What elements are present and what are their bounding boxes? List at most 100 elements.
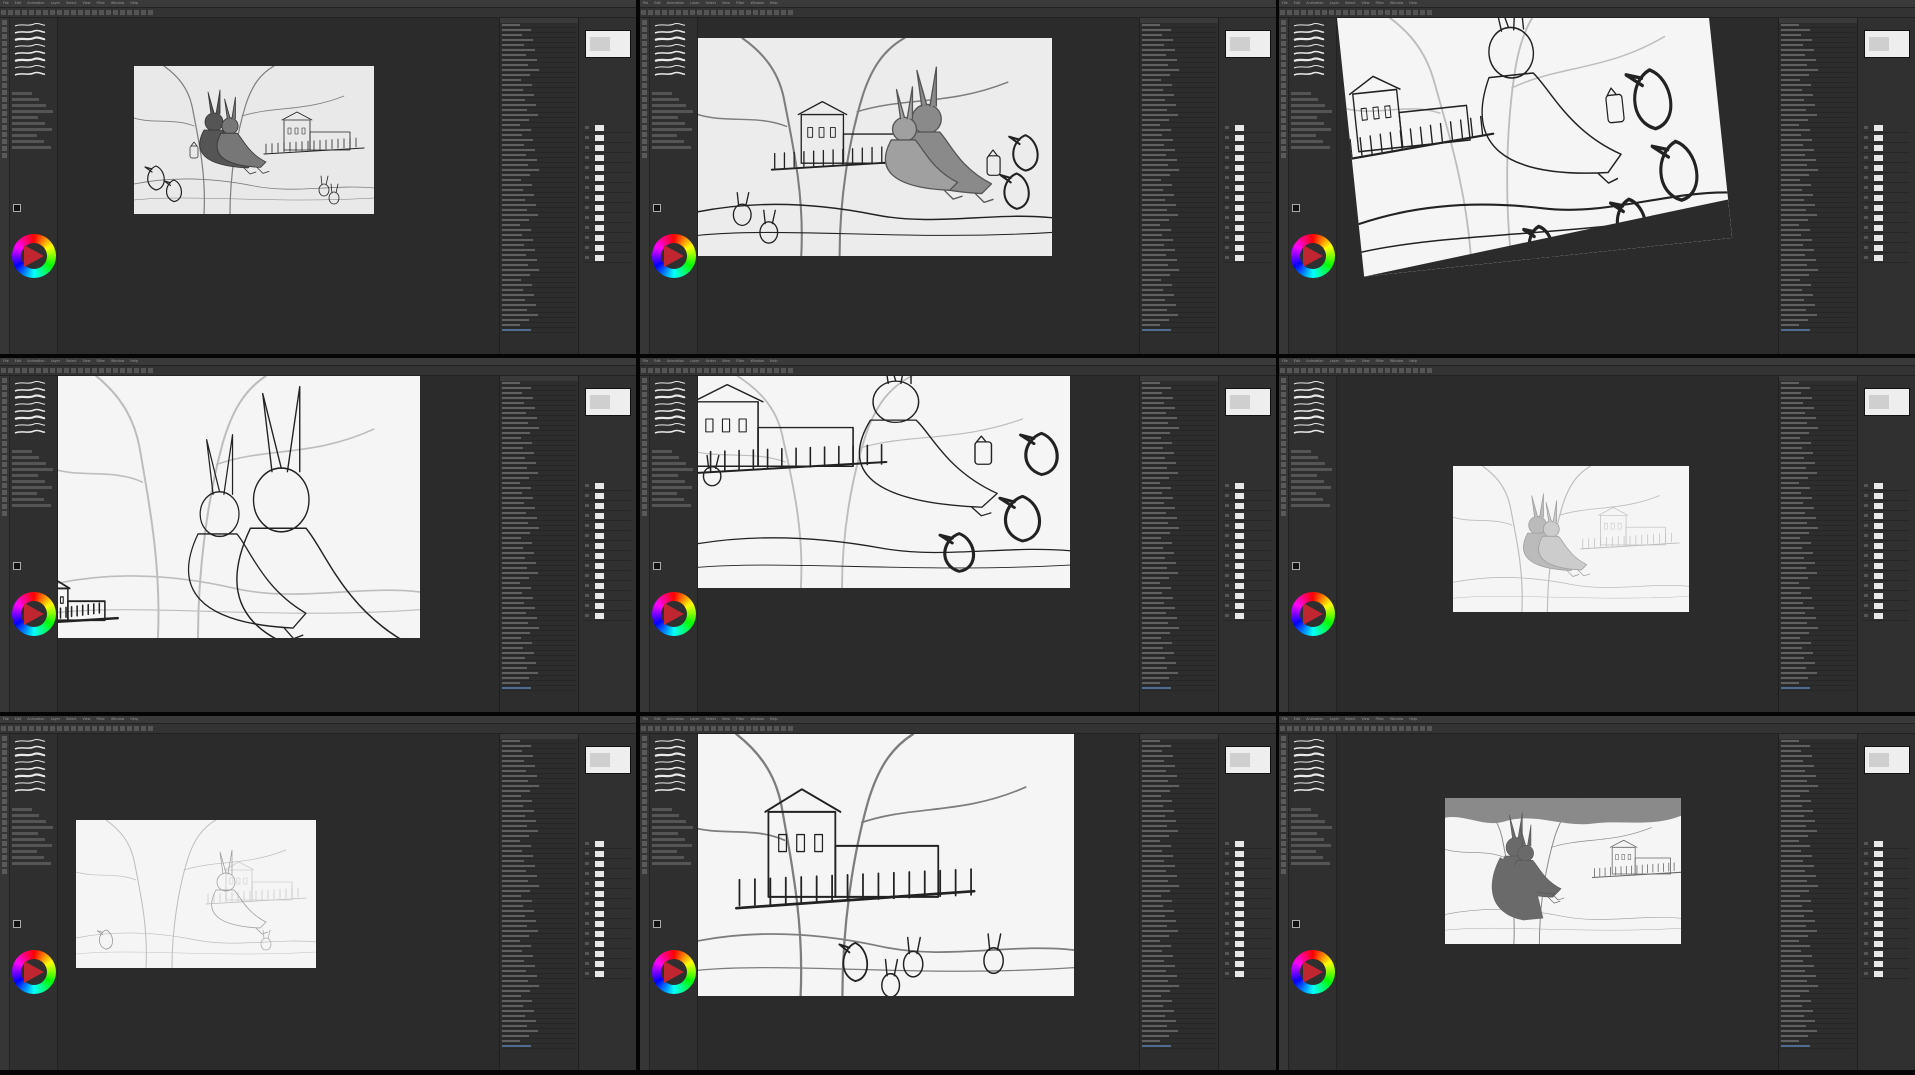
tool-icon[interactable] bbox=[1281, 511, 1286, 516]
command-bar-icon[interactable] bbox=[1413, 368, 1418, 373]
layer-list-row[interactable] bbox=[502, 850, 576, 854]
tool-property-slider[interactable] bbox=[12, 462, 46, 465]
menu-item[interactable]: Layer bbox=[1330, 359, 1339, 363]
command-bar-icon[interactable] bbox=[1413, 726, 1418, 731]
layer-list-row[interactable] bbox=[1781, 114, 1855, 118]
tool-icon[interactable] bbox=[1281, 118, 1286, 123]
tool-icon[interactable] bbox=[2, 34, 7, 39]
layer-list-row[interactable] bbox=[1141, 980, 1216, 984]
layer-list-row[interactable] bbox=[1781, 930, 1855, 934]
layer-list-row[interactable] bbox=[1781, 284, 1855, 288]
layer-list-row[interactable] bbox=[502, 562, 576, 566]
tool-icon[interactable] bbox=[641, 448, 647, 453]
layer-list-row[interactable] bbox=[502, 935, 576, 939]
brush-stroke-preview[interactable] bbox=[654, 408, 686, 414]
layer-list-row[interactable] bbox=[1141, 950, 1216, 954]
brush-stroke-preview[interactable] bbox=[1293, 29, 1325, 35]
eye-icon[interactable] bbox=[1864, 256, 1868, 259]
command-bar-icon[interactable] bbox=[731, 10, 737, 15]
command-bar-icon[interactable] bbox=[717, 10, 723, 15]
menu-item[interactable]: Animation bbox=[27, 359, 44, 363]
layer-row[interactable] bbox=[1862, 542, 1910, 551]
canvas-area[interactable] bbox=[1337, 18, 1777, 354]
layer-row[interactable] bbox=[583, 870, 631, 879]
layer-list-row[interactable] bbox=[1141, 800, 1216, 804]
layer-row[interactable] bbox=[583, 234, 631, 243]
command-bar-icon[interactable] bbox=[752, 10, 758, 15]
eye-icon[interactable] bbox=[1224, 216, 1229, 219]
layer-list-row[interactable] bbox=[502, 314, 576, 318]
layer-list-row[interactable] bbox=[502, 750, 576, 754]
tool-icon[interactable] bbox=[2, 132, 7, 137]
layer-list-row[interactable] bbox=[502, 109, 576, 113]
color-wheel[interactable] bbox=[12, 592, 56, 636]
eye-icon[interactable] bbox=[585, 246, 589, 249]
tool-icon[interactable] bbox=[641, 497, 647, 502]
layer-list-row[interactable] bbox=[1141, 159, 1216, 163]
tool-icon[interactable] bbox=[1281, 750, 1286, 755]
layer-list-row[interactable] bbox=[502, 572, 576, 576]
tool-property-slider[interactable] bbox=[12, 498, 44, 501]
color-sliders[interactable] bbox=[1292, 204, 1330, 216]
layer-list-row[interactable] bbox=[1141, 602, 1216, 606]
layer-list-row[interactable] bbox=[502, 835, 576, 839]
layer-row[interactable] bbox=[1862, 860, 1910, 869]
layer-list-row[interactable] bbox=[1141, 1005, 1216, 1009]
tool-icon[interactable] bbox=[641, 771, 647, 776]
layer-list-row[interactable] bbox=[502, 855, 576, 859]
brush-stroke-preview[interactable] bbox=[14, 394, 46, 400]
color-wheel[interactable] bbox=[1291, 950, 1335, 994]
tool-icon[interactable] bbox=[641, 757, 647, 762]
layer-list-row[interactable] bbox=[1141, 582, 1216, 586]
tool-property-slider[interactable] bbox=[12, 140, 44, 143]
layer-list-row[interactable] bbox=[502, 174, 576, 178]
layer-list-row[interactable] bbox=[502, 477, 576, 481]
eye-icon[interactable] bbox=[1864, 892, 1868, 895]
eye-icon[interactable] bbox=[585, 852, 589, 855]
command-bar-icon[interactable] bbox=[1, 726, 6, 731]
layer-list-row[interactable] bbox=[1781, 462, 1855, 466]
layer-list-row[interactable] bbox=[502, 289, 576, 293]
command-bar-icon[interactable] bbox=[703, 368, 709, 373]
eye-icon[interactable] bbox=[1864, 226, 1868, 229]
layer-list-row[interactable] bbox=[502, 452, 576, 456]
brush-stroke-preview[interactable] bbox=[654, 71, 686, 77]
layer-list-row[interactable] bbox=[1781, 795, 1855, 799]
menu-item[interactable]: Help bbox=[1409, 717, 1417, 721]
tool-icon[interactable] bbox=[1281, 55, 1286, 60]
eye-icon[interactable] bbox=[585, 574, 589, 577]
eye-icon[interactable] bbox=[585, 842, 589, 845]
color-sliders[interactable] bbox=[652, 562, 691, 574]
command-bar-icon[interactable] bbox=[661, 368, 667, 373]
brush-stroke-preview[interactable] bbox=[1293, 738, 1325, 744]
layer-row[interactable] bbox=[1862, 522, 1910, 531]
eye-icon[interactable] bbox=[1224, 544, 1229, 547]
layer-row[interactable] bbox=[1862, 940, 1910, 949]
canvas-sheet[interactable] bbox=[1337, 18, 1733, 277]
canvas-area[interactable] bbox=[697, 376, 1138, 712]
tool-property-slider[interactable] bbox=[12, 450, 32, 453]
navigator-thumbnail[interactable] bbox=[585, 388, 631, 416]
layer-list-row[interactable] bbox=[502, 800, 576, 804]
color-sliders[interactable] bbox=[1292, 920, 1330, 932]
brush-stroke-preview[interactable] bbox=[654, 22, 686, 28]
layer-list-row[interactable] bbox=[1141, 825, 1216, 829]
layer-list-row[interactable] bbox=[1781, 647, 1855, 651]
layer-row[interactable] bbox=[583, 612, 631, 621]
tool-icon[interactable] bbox=[641, 736, 647, 741]
command-bar-icon[interactable] bbox=[1399, 726, 1404, 731]
brush-stroke-preview[interactable] bbox=[1293, 401, 1325, 407]
layer-list-row[interactable] bbox=[1141, 284, 1216, 288]
layer-list-row[interactable] bbox=[1781, 427, 1855, 431]
layer-list-row[interactable] bbox=[1141, 497, 1216, 501]
tool-property-slider[interactable] bbox=[651, 832, 678, 835]
command-bar-icon[interactable] bbox=[738, 368, 744, 373]
brush-stroke-preview[interactable] bbox=[14, 64, 46, 70]
tool-property-slider[interactable] bbox=[651, 122, 685, 125]
layer-list-row[interactable] bbox=[502, 785, 576, 789]
layer-list-row[interactable] bbox=[1141, 184, 1216, 188]
layer-row[interactable] bbox=[583, 930, 631, 939]
tool-icon[interactable] bbox=[641, 90, 647, 95]
layer-list-row[interactable] bbox=[502, 189, 576, 193]
tool-icon[interactable] bbox=[2, 153, 7, 158]
